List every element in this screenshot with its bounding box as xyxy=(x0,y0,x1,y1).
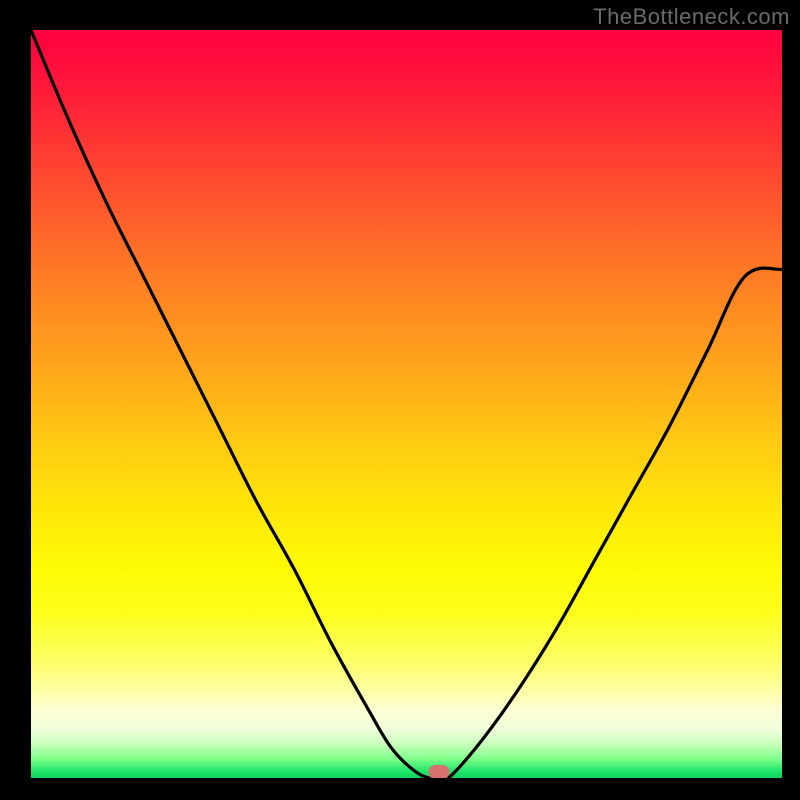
plot-area xyxy=(31,30,782,778)
chart-frame: TheBottleneck.com xyxy=(0,0,800,800)
curve-path xyxy=(31,30,782,778)
watermark-text: TheBottleneck.com xyxy=(593,4,790,30)
optimum-marker xyxy=(428,765,449,778)
bottleneck-curve xyxy=(31,30,782,778)
